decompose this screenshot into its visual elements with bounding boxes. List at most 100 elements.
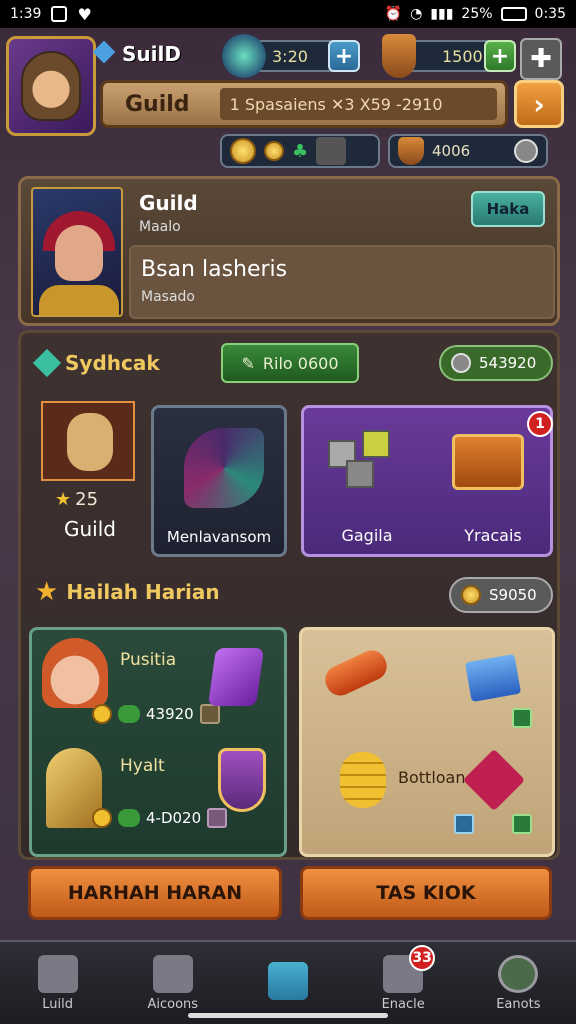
gem-icon [92, 40, 116, 64]
nav-label-enacle: Enacle [381, 996, 425, 1012]
item2-value-row: 4-D020 [92, 808, 228, 828]
ninja-star-icon [462, 748, 526, 812]
home-indicator[interactable] [188, 1013, 388, 1018]
kiok-button[interactable]: TAS KIOK [300, 866, 552, 920]
item1-name: Pusitia [120, 650, 177, 670]
hero-face-icon [55, 225, 103, 281]
item2-chip-icon [207, 808, 228, 828]
signal-icon: ▮▮▮ [430, 6, 454, 22]
section1-counter[interactable]: 543920 [439, 345, 553, 381]
profile-role: Maalo [139, 219, 181, 235]
heart-icon: ♥ [77, 4, 92, 24]
guild-banner[interactable]: Guild 1 Spasaiens ✕3 X59 -2910 [100, 80, 508, 128]
guild-banner-sub: 1 Spasaiens ✕3 X59 -2910 [219, 88, 497, 120]
winged-hero-icon [67, 413, 113, 471]
hero-stars: ★ 25 [55, 489, 98, 510]
battery-text: 25% [461, 6, 493, 22]
coin-icon [92, 704, 112, 724]
hero-frame [41, 401, 135, 481]
coin-icon [461, 585, 481, 605]
coin-icon [92, 808, 112, 828]
status-time: 1:39 [10, 6, 42, 22]
app-icon [51, 6, 68, 22]
nav-label-eanots: Eanots [496, 996, 541, 1012]
clover-icon [118, 705, 140, 723]
daily-heroes-card[interactable]: Pusitia 43920 Hyalt 4-D020 [29, 627, 287, 857]
guild-next-button[interactable]: › [514, 80, 564, 128]
player-avatar[interactable] [6, 36, 96, 136]
status-time-right: 0:35 [534, 6, 566, 22]
kiok-button-label: TAS KIOK [376, 882, 476, 904]
harian-button-label: HARHAH HARAN [67, 882, 243, 904]
materials-card[interactable]: Gagila Yracais [301, 405, 553, 557]
section1-counter-value: 543920 [479, 354, 537, 372]
add-shield-button[interactable]: + [484, 40, 516, 72]
shield-resource: 1500 + [382, 34, 516, 78]
clover-icon: ♣ [292, 140, 309, 162]
stone-blocks-icon [328, 430, 398, 490]
hero-portrait[interactable] [31, 187, 123, 317]
item2-value: 4-D020 [146, 809, 202, 827]
crystal-icon [222, 34, 266, 78]
clover-icon [118, 809, 140, 827]
section1-action-button[interactable]: ✎ Rilo 0600 [221, 343, 359, 383]
item1-chip-icon [199, 704, 220, 724]
section1-title: Sydhcak [65, 351, 160, 375]
nav-item-center[interactable] [238, 962, 338, 1004]
nav-label-actions: Aicoons [147, 996, 199, 1012]
nav-item-enacle[interactable]: 33 Enacle [353, 944, 453, 1012]
rewards-card[interactable]: Bottloan [299, 627, 555, 857]
nav-item-actions[interactable]: Aicoons [123, 954, 223, 1012]
guild-banner-title: Guild [125, 91, 190, 117]
globe-icon [498, 954, 539, 993]
dark-weapon-icon [184, 428, 264, 508]
star-section-icon: ★ [35, 577, 59, 607]
section2-counter[interactable]: S9050 [449, 577, 553, 613]
crystal-value: 3:20 [272, 46, 308, 66]
reward-label: Bottloan [398, 768, 466, 787]
nav-badge: 33 [409, 944, 436, 971]
profile-detail: Bsan lasheris Masado [129, 245, 555, 319]
section2-header: ★ Hailah Harian [35, 577, 220, 607]
hero-card[interactable]: ★ 25 Guild [33, 393, 147, 553]
small-green-box-icon [512, 708, 532, 728]
fox-hero-icon [42, 638, 108, 708]
item1-value: 43920 [146, 705, 194, 723]
section1-button-label: Rilo 0600 [262, 353, 339, 373]
take-button[interactable]: Haka [471, 191, 545, 227]
nav-label-guild: Luild [42, 996, 73, 1012]
small-blue-box-icon [454, 814, 474, 834]
profile-line3: Bsan lasheris [141, 257, 288, 282]
pencil-icon: ✎ [241, 353, 255, 373]
shield-mini-button[interactable] [514, 139, 538, 163]
profile-panel: Guild Maalo Haka Bsan lasheris Masado [18, 176, 560, 326]
top-bar: SuilD 3:20 + 1500 + ✚ Guild 1 Spasaiens … [0, 28, 576, 168]
blue-crystal-icon [464, 653, 522, 703]
nav-item-guild[interactable]: Luild [8, 954, 108, 1012]
weapon-card-label: Menlavansom [166, 528, 272, 546]
hero-armor-icon [39, 285, 119, 315]
nav-item-eanots[interactable]: Eanots [468, 954, 568, 1012]
section1-header: Sydhcak [32, 348, 160, 378]
harian-button[interactable]: HARHAH HARAN [28, 866, 282, 920]
chevron-right-icon: › [533, 87, 545, 121]
star-icon: ★ [55, 489, 72, 510]
small-green-box-icon-2 [512, 814, 532, 834]
wifi-icon: ◔ [410, 6, 423, 22]
gold-coins-icon [340, 752, 386, 808]
shield-mini-icon [398, 137, 424, 165]
scroll-icon [320, 645, 392, 701]
add-crystal-button[interactable]: + [328, 40, 360, 72]
shield-value: 1500 [442, 46, 483, 66]
section2-title: Hailah Harian [66, 580, 220, 604]
avatar-face-icon [21, 51, 81, 121]
weapon-card[interactable]: Menlavansom [151, 405, 287, 557]
shield-mini-value: 4006 [432, 142, 471, 160]
profile-name: Guild [139, 191, 198, 215]
item2-name: Hyalt [120, 756, 165, 776]
settings-button[interactable]: ✚ [520, 38, 562, 80]
alarm-icon: ⏰ [384, 6, 403, 22]
player-guild-name: SuilD [122, 42, 181, 66]
take-label: Haka [486, 200, 530, 218]
purple-shield-icon [218, 748, 266, 812]
